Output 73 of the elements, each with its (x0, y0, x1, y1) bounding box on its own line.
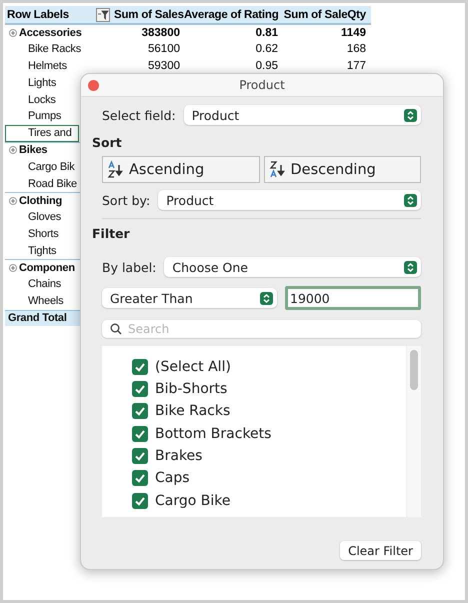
row-label: Clothing (19, 194, 62, 207)
row-label: Gloves (28, 211, 62, 224)
row-label: Shorts (28, 228, 59, 240)
checkbox[interactable] (132, 470, 148, 486)
row-label: Bike Racks (28, 43, 82, 56)
row-label: Componen (19, 262, 75, 274)
row-label: Chains (28, 278, 62, 290)
list-item[interactable]: Caps (132, 470, 406, 487)
section-heading: Filter (92, 226, 131, 241)
value-cell-text: 0.95 (254, 60, 279, 72)
value-cell-text: 0.81 (254, 26, 279, 39)
close-icon[interactable] (88, 80, 99, 91)
search-icon (110, 323, 122, 335)
list-item[interactable]: Brakes (132, 448, 406, 465)
label-filter-select[interactable]: Choose One (164, 257, 421, 277)
row-label: Pumps (28, 110, 62, 122)
stepper-icon (404, 108, 417, 122)
row-label: Lights (28, 76, 56, 89)
value-cell-text: 0.62 (254, 43, 279, 56)
checkbox[interactable] (132, 358, 148, 374)
column-header: Average of Rating (184, 8, 280, 20)
value-cell-text: 168 (346, 43, 367, 56)
row-label: Tights (28, 244, 56, 257)
dialog-title: Product (239, 78, 285, 92)
field-label: By label: (102, 260, 156, 274)
stepper-icon (404, 194, 417, 206)
field-label: Sort by: (102, 192, 150, 208)
row-label: Tires and (28, 127, 72, 140)
value-cell-text: 59300 (147, 60, 181, 72)
row-label: Cargo Bik (28, 160, 74, 173)
row-label: Grand Total (8, 312, 67, 324)
expand-icon[interactable] (9, 264, 17, 272)
section-heading: Sort (92, 135, 123, 150)
checkbox[interactable] (132, 492, 148, 509)
value-cell-text: 1149 (340, 26, 367, 39)
checkbox[interactable] (132, 403, 148, 420)
list-item[interactable]: Cargo Bike (132, 492, 406, 510)
search-field[interactable]: Search (128, 322, 413, 336)
ascending-button[interactable]: Ascending (102, 156, 260, 183)
column-header: Row Labels (6, 8, 70, 20)
row-label: Bikes (19, 144, 48, 156)
field-label: Select field: (102, 108, 176, 122)
column-header: Sum of SaleQty (282, 8, 367, 20)
value-field[interactable]: 19000 (285, 286, 421, 310)
condition-select[interactable]: Greater Than (102, 288, 277, 308)
expand-icon[interactable] (9, 28, 17, 37)
sort-by-select[interactable]: Product (158, 190, 421, 210)
search-bar[interactable]: Search (102, 320, 421, 338)
row-label: Wheels (28, 295, 64, 308)
expand-icon[interactable] (9, 146, 17, 154)
row-label: Accessories (19, 26, 82, 39)
stepper-icon (404, 260, 417, 274)
column-header: Sum of Sales (113, 8, 182, 20)
list-item[interactable]: Bike Racks (132, 402, 406, 420)
expand-icon[interactable] (9, 196, 17, 205)
field-select[interactable]: Product (184, 105, 421, 125)
value-cell-text: 177 (346, 60, 367, 72)
list-item[interactable]: Bottom Brackets (132, 425, 406, 442)
checkbox[interactable] (132, 426, 148, 442)
clear-filter-button[interactable]: Clear Filter (340, 541, 421, 560)
list-item[interactable]: (Select All) (132, 358, 406, 375)
list-item[interactable]: Bib-Shorts (132, 380, 406, 398)
row-label: Road Bike (28, 178, 77, 190)
checkbox[interactable] (132, 448, 148, 464)
value-cell-text: 383800 (140, 26, 181, 39)
row-label: Helmets (28, 60, 67, 72)
filter-icon[interactable] (96, 8, 110, 22)
checkbox[interactable] (132, 380, 148, 397)
descending-button[interactable]: Descending (264, 156, 421, 183)
value-cell-text: 56100 (147, 43, 181, 56)
row-label: Locks (28, 94, 56, 106)
scrollbar-thumb[interactable] (410, 350, 418, 390)
stepper-icon (260, 292, 273, 304)
